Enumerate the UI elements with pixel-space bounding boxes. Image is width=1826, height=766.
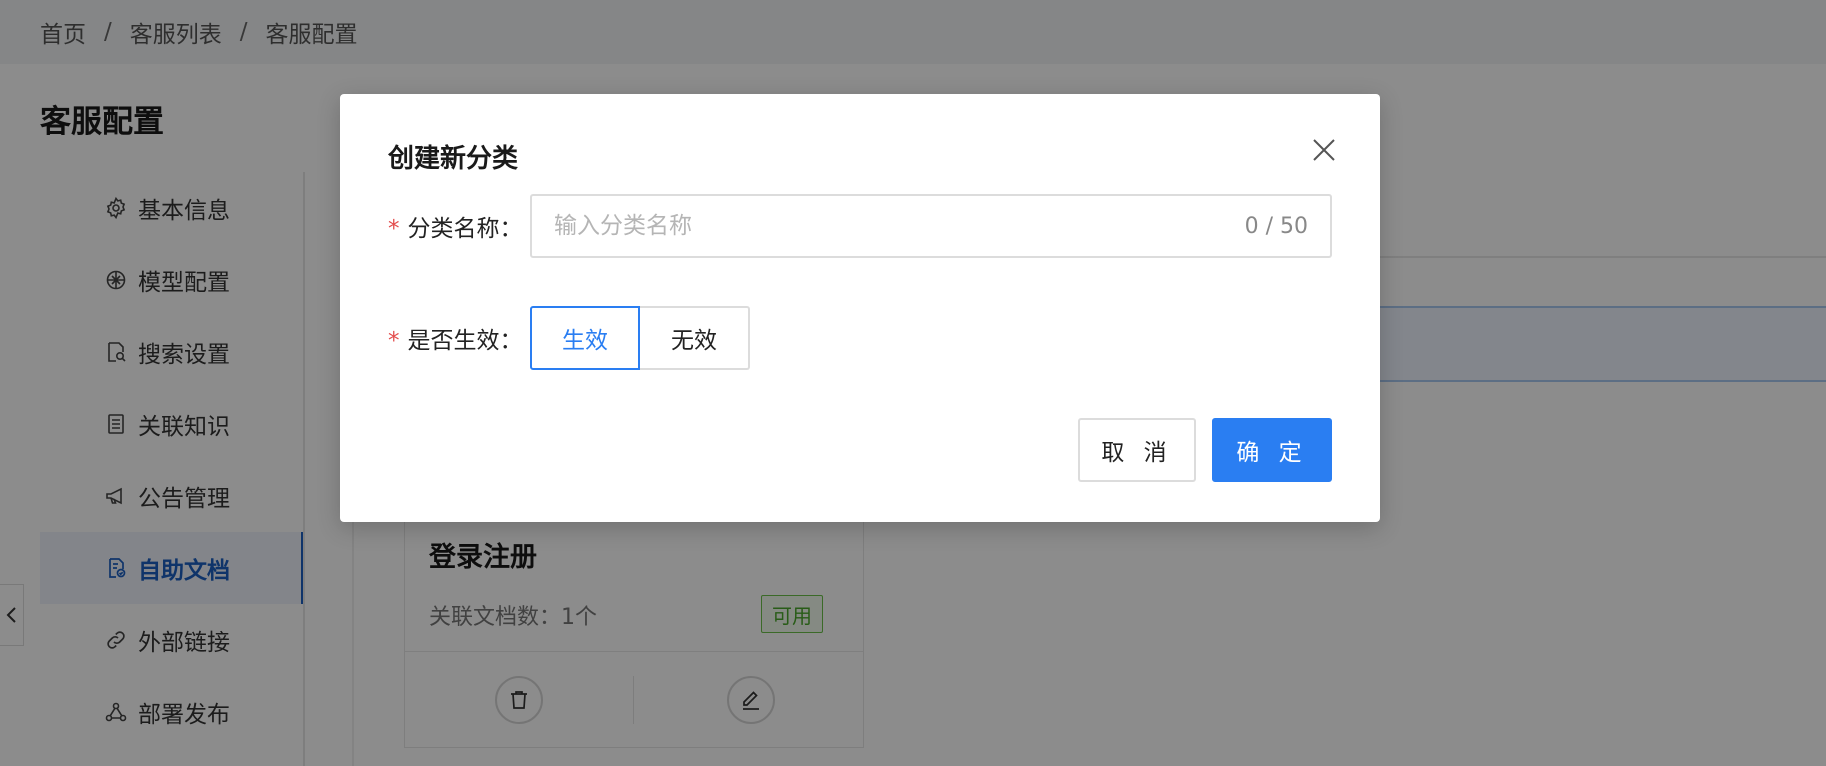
close-icon [1313, 139, 1335, 161]
word-counter: 0 / 50 [1244, 213, 1308, 239]
cancel-button[interactable]: 取 消 [1078, 418, 1196, 482]
confirm-button[interactable]: 确 定 [1212, 418, 1332, 482]
required-mark: * [388, 216, 400, 242]
status-label: * 是否生效： [388, 321, 530, 355]
category-name-row: * 分类名称： 0 / 50 [388, 194, 1332, 258]
status-radio-group: 生效 无效 [530, 306, 750, 370]
dialog-title: 创建新分类 [388, 144, 519, 174]
status-row: * 是否生效： 生效 无效 [388, 306, 750, 370]
category-name-input[interactable] [554, 213, 1233, 239]
status-option-inactive[interactable]: 无效 [640, 306, 750, 370]
create-category-dialog: 创建新分类 * 分类名称： 0 / 50 * 是否生效： 生效 无效 取 消 确 定 [340, 94, 1380, 522]
close-button[interactable] [1308, 134, 1340, 166]
status-label-text: 是否生效： [407, 328, 523, 354]
dialog-footer: 取 消 确 定 [1078, 418, 1332, 482]
category-name-label-text: 分类名称： [407, 216, 523, 242]
category-name-label: * 分类名称： [388, 209, 530, 243]
category-name-field: 0 / 50 [530, 194, 1332, 258]
status-option-active[interactable]: 生效 [530, 306, 640, 370]
required-mark: * [388, 328, 400, 354]
